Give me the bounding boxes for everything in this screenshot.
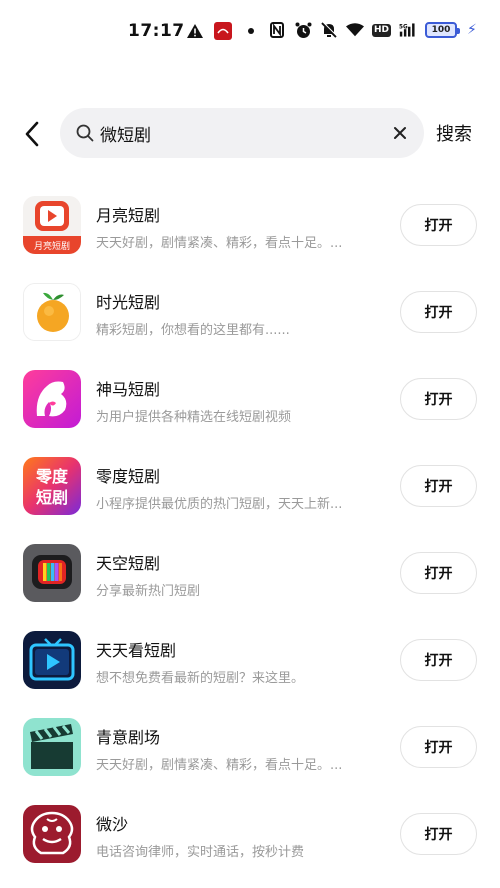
lion-icon xyxy=(23,805,81,863)
lingdu-icon: 零度 短剧 xyxy=(23,457,81,515)
list-item[interactable]: 天空短剧 分享最新热门短剧 打开 xyxy=(0,530,500,617)
search-submit-button[interactable]: 搜索 xyxy=(436,120,472,146)
app-description: 小程序提供最优质的热门短剧，天天上新... xyxy=(96,497,343,512)
wifi-icon xyxy=(346,21,364,39)
app-name: 微沙 xyxy=(96,815,129,834)
charging-icon: ⚡ xyxy=(467,22,477,38)
search-icon xyxy=(76,124,94,142)
signal-icon: 5G xyxy=(399,21,417,39)
app-notification-icon xyxy=(214,22,232,40)
list-item[interactable]: 零度 短剧 零度短剧 小程序提供最优质的热门短剧，天天上新... 打开 xyxy=(0,443,500,530)
moon-drama-icon-label: 月亮短剧 xyxy=(34,240,70,252)
open-button[interactable]: 打开 xyxy=(400,378,477,420)
app-description: 想不想免费看最新的短剧？来这里。 xyxy=(96,671,305,686)
lingdu-icon-label-bottom: 短剧 xyxy=(36,488,68,507)
clear-button[interactable] xyxy=(388,121,412,145)
mute-icon xyxy=(320,21,338,39)
app-name: 神马短剧 xyxy=(96,380,161,399)
list-item[interactable]: 神马短剧 为用户提供各种精选在线短剧视频 打开 xyxy=(0,356,500,443)
hd-icon: HD xyxy=(372,23,392,37)
battery-level: 100 xyxy=(431,25,451,35)
open-button[interactable]: 打开 xyxy=(400,639,477,681)
app-description: 天天好剧，剧情紧凑、精彩，看点十足。... xyxy=(96,236,343,251)
list-item[interactable]: 月亮短剧 月亮短剧 天天好剧，剧情紧凑、精彩，看点十足。... 打开 xyxy=(0,182,500,269)
list-item[interactable]: 天天看短剧 想不想免费看最新的短剧？来这里。 打开 xyxy=(0,617,500,704)
search-input[interactable] xyxy=(100,123,380,143)
list-item[interactable]: 微沙 电话咨询律师，实时通话，按秒计费 打开 xyxy=(0,791,500,878)
open-button[interactable]: 打开 xyxy=(400,465,477,507)
back-button[interactable] xyxy=(14,116,50,152)
app-name: 时光短剧 xyxy=(96,293,161,312)
dot-icon xyxy=(242,22,260,40)
search-header: 搜索 xyxy=(0,106,500,162)
tv-color-icon xyxy=(23,544,81,602)
tv-play-icon xyxy=(23,631,81,689)
nfc-icon xyxy=(268,21,286,39)
app-description: 天天好剧，剧情紧凑、精彩，看点十足。... xyxy=(96,758,343,773)
result-list: 月亮短剧 月亮短剧 天天好剧，剧情紧凑、精彩，看点十足。... 打开 时光短剧 … xyxy=(0,182,500,878)
close-icon xyxy=(394,127,406,139)
status-time: 17:17 xyxy=(128,21,185,41)
network-label: 5G xyxy=(399,24,408,30)
alarm-icon xyxy=(294,21,312,39)
app-description: 精彩短剧，你想看的这里都有...... xyxy=(96,323,290,338)
app-description: 分享最新热门短剧 xyxy=(96,584,201,599)
open-button[interactable]: 打开 xyxy=(400,813,477,855)
open-button[interactable]: 打开 xyxy=(400,552,477,594)
clapperboard-icon xyxy=(23,718,81,776)
orange-icon xyxy=(23,283,81,341)
warning-icon xyxy=(186,22,204,40)
app-name: 零度短剧 xyxy=(96,467,161,486)
battery-indicator: 100 xyxy=(425,22,461,38)
app-name: 天天看短剧 xyxy=(96,641,177,660)
horse-icon xyxy=(23,370,81,428)
app-name: 月亮短剧 xyxy=(96,206,161,225)
moon-drama-icon: 月亮短剧 xyxy=(23,196,81,254)
open-button[interactable]: 打开 xyxy=(400,204,477,246)
app-name: 天空短剧 xyxy=(96,554,161,573)
app-name: 青意剧场 xyxy=(96,728,161,747)
list-item[interactable]: 时光短剧 精彩短剧，你想看的这里都有...... 打开 xyxy=(0,269,500,356)
lingdu-icon-label-top: 零度 xyxy=(35,467,69,486)
chevron-left-icon xyxy=(25,121,39,147)
app-description: 为用户提供各种精选在线短剧视频 xyxy=(96,410,292,425)
open-button[interactable]: 打开 xyxy=(400,726,477,768)
open-button[interactable]: 打开 xyxy=(400,291,477,333)
search-box[interactable] xyxy=(60,108,424,158)
list-item[interactable]: 青意剧场 天天好剧，剧情紧凑、精彩，看点十足。... 打开 xyxy=(0,704,500,791)
status-bar: 17:17 HD 5G 100 ⚡ xyxy=(0,0,500,66)
app-description: 电话咨询律师，实时通话，按秒计费 xyxy=(96,845,305,860)
